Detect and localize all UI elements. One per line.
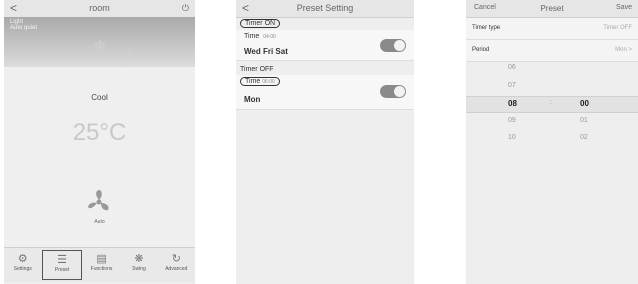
timer-off-label: Timer OFF (240, 66, 274, 73)
time-label: Time (244, 33, 260, 40)
refresh-icon: ↻ (171, 253, 181, 265)
tab-label: Swing (132, 266, 146, 272)
main-screen: < room ⏻ Light Auto quiet ❄ ❄ Cool 25°C … (4, 0, 195, 284)
header: Cancel Preset Save (466, 0, 638, 18)
minute-option[interactable]: 01 (580, 117, 588, 124)
on-time-value: 04:00 (263, 34, 276, 40)
header: < room ⏻ (4, 0, 195, 18)
fan-speed-label: Auto (94, 219, 105, 225)
document-icon: ▤ (96, 253, 107, 265)
control-panel: Cool 25°C Auto (4, 67, 195, 247)
time-picker[interactable]: 06 07 08 09 10 : 00 01 02 (466, 60, 638, 156)
preset-edit-screen: Cancel Preset Save Timer type Timer OFF … (466, 0, 638, 284)
page-title: Preset Setting (296, 3, 354, 13)
temperature-display[interactable]: 25°C (4, 119, 195, 147)
period-value: Mon > (615, 47, 632, 53)
off-days-value: Mon (244, 95, 261, 104)
time-label: Time (245, 78, 261, 85)
tab-settings[interactable]: ⚙ Settings (4, 248, 41, 282)
hour-option[interactable]: 06 (508, 64, 516, 71)
page-title: room (89, 3, 110, 13)
gear-icon: ⚙ (17, 253, 28, 265)
snowflake-icon: ❄ (92, 37, 108, 57)
timer-type-label: Timer type (472, 25, 501, 31)
page-title: Preset (540, 4, 564, 13)
hour-option[interactable]: 09 (508, 117, 516, 124)
weather-banner: Light Auto quiet ❄ ❄ (4, 17, 195, 67)
minute-selected[interactable]: 00 (580, 99, 589, 108)
timer-on-label: Timer ON (240, 19, 281, 28)
list-icon: ☰ (57, 254, 68, 266)
hour-selected[interactable]: 08 (508, 99, 517, 108)
period-row[interactable]: Period Mon > (466, 40, 638, 62)
save-button[interactable]: Save (616, 4, 632, 11)
snowflake-icon: ❄ (124, 45, 136, 61)
power-icon[interactable]: ⏻ (182, 3, 189, 14)
hour-option[interactable]: 07 (508, 82, 516, 89)
minute-option[interactable]: 02 (580, 134, 588, 141)
header: < Preset Setting (236, 0, 414, 18)
timer-type-value: Timer OFF (603, 25, 632, 31)
tab-label: Functions (90, 266, 113, 272)
period-label: Period (472, 47, 490, 53)
hour-option[interactable]: 10 (508, 134, 516, 141)
bottom-tab-bar: ⚙ Settings ☰ Preset ▤ Functions ❋ Swing … (4, 247, 195, 282)
tab-label: Advanced (165, 266, 188, 272)
time-separator: : (550, 99, 552, 106)
timer-off-row[interactable]: Time 06:00 Mon (236, 75, 414, 110)
timer-on-section-header: Timer ON (236, 18, 414, 30)
off-time-oval: Time 06:00 (240, 77, 280, 86)
tab-label: Settings (13, 266, 32, 272)
timer-type-row[interactable]: Timer type Timer OFF (466, 18, 638, 40)
timer-on-toggle[interactable] (380, 39, 406, 52)
swing-icon: ❋ (134, 253, 144, 265)
on-days-value: Wed Fri Sat (244, 47, 288, 56)
off-time-value: 06:00 (262, 79, 275, 85)
auto-quiet-label: Auto quiet (10, 25, 38, 31)
tab-preset[interactable]: ☰ Preset (42, 250, 82, 280)
tab-functions[interactable]: ▤ Functions (83, 248, 120, 282)
tab-swing[interactable]: ❋ Swing (120, 248, 157, 282)
mode-label[interactable]: Cool (4, 93, 195, 102)
tab-advanced[interactable]: ↻ Advanced (158, 248, 195, 282)
tab-label: Preset (54, 267, 70, 273)
selection-band (466, 96, 638, 113)
timer-off-toggle[interactable] (380, 85, 406, 98)
timer-on-row[interactable]: Time 04:00 Wed Fri Sat (236, 30, 414, 61)
fan-icon[interactable] (84, 187, 114, 217)
preset-setting-screen: < Preset Setting Timer ON Time 04:00 Wed… (236, 0, 414, 284)
